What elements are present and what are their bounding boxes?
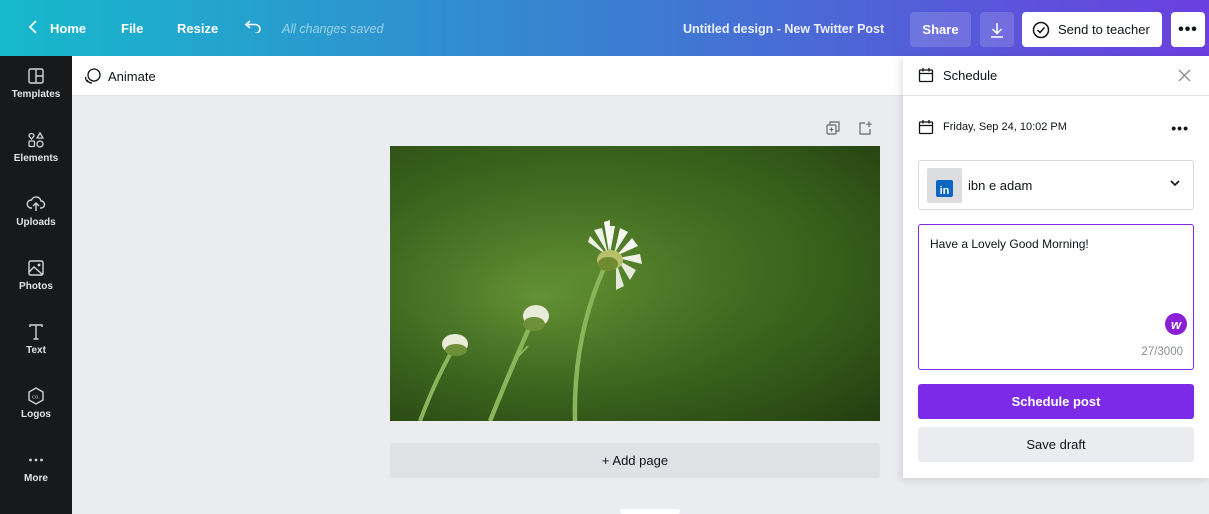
top-bar: Home File Resize All changes saved Untit… bbox=[0, 0, 1209, 56]
sidebar-item-text[interactable]: Text bbox=[0, 322, 72, 356]
sidebar-item-photos[interactable]: Photos bbox=[0, 258, 72, 292]
sidebar-item-label: Templates bbox=[11, 89, 61, 100]
writing-assistant-icon[interactable]: w bbox=[1165, 313, 1187, 335]
animate-icon bbox=[84, 68, 101, 84]
post-message-textarea[interactable]: Have a Lovely Good Morning! w 27/3000 bbox=[918, 224, 1194, 370]
schedule-panel-header: Schedule bbox=[903, 56, 1209, 96]
schedule-panel: Schedule Friday, Sep 24, 10:02 PM ••• in… bbox=[903, 56, 1209, 478]
sidebar-item-more[interactable]: More bbox=[0, 450, 72, 484]
sidebar-item-label: Logos bbox=[21, 409, 51, 420]
send-to-teacher-label: Send to teacher bbox=[1058, 22, 1150, 37]
uploads-icon bbox=[26, 196, 46, 211]
check-circle-icon bbox=[1032, 21, 1050, 38]
duplicate-page-icon[interactable] bbox=[826, 121, 840, 135]
file-menu-button[interactable]: File bbox=[121, 21, 143, 36]
sidebar-item-uploads[interactable]: Uploads bbox=[0, 194, 72, 228]
svg-text:co.: co. bbox=[32, 395, 40, 401]
resize-button[interactable]: Resize bbox=[177, 21, 218, 36]
design-canvas-photo[interactable] bbox=[390, 146, 880, 421]
account-name: ibn e adam bbox=[968, 178, 1033, 193]
calendar-icon bbox=[918, 120, 934, 135]
save-draft-button[interactable]: Save draft bbox=[918, 427, 1194, 462]
character-counter: 27/3000 bbox=[1141, 346, 1183, 358]
sidebar-item-label: More bbox=[24, 473, 48, 484]
text-icon bbox=[29, 324, 43, 340]
editor-toolbar: Animate bbox=[72, 56, 903, 96]
daisy-photo bbox=[390, 146, 880, 421]
animate-label: Animate bbox=[108, 68, 156, 84]
download-icon bbox=[991, 22, 1003, 38]
close-icon[interactable] bbox=[1178, 66, 1191, 87]
save-status: All changes saved bbox=[282, 22, 384, 36]
schedule-post-button[interactable]: Schedule post bbox=[918, 384, 1194, 419]
logos-icon: co. bbox=[28, 387, 44, 405]
templates-icon bbox=[28, 68, 44, 84]
send-to-teacher-button[interactable]: Send to teacher bbox=[1022, 12, 1162, 47]
more-options-button[interactable]: ••• bbox=[1171, 12, 1205, 47]
download-button[interactable] bbox=[980, 12, 1014, 47]
sidebar-item-label: Text bbox=[26, 345, 46, 356]
elements-icon bbox=[28, 131, 45, 148]
account-selector[interactable]: in ibn e adam bbox=[918, 160, 1194, 210]
sidebar-item-templates[interactable]: Templates bbox=[0, 66, 72, 100]
schedule-datetime[interactable]: Friday, Sep 24, 10:02 PM bbox=[918, 119, 1198, 135]
panel-title: Schedule bbox=[918, 67, 997, 83]
page-actions bbox=[826, 121, 872, 135]
animate-button[interactable]: Animate bbox=[84, 67, 156, 85]
datetime-options-button[interactable]: ••• bbox=[1171, 120, 1189, 136]
photos-icon bbox=[28, 260, 44, 276]
chevron-down-icon bbox=[1170, 180, 1180, 187]
sidebar-item-label: Elements bbox=[13, 153, 59, 164]
sidebar-item-label: Uploads bbox=[16, 217, 56, 228]
sidebar-item-logos[interactable]: co. Logos bbox=[0, 386, 72, 420]
post-message-text: Have a Lovely Good Morning! bbox=[930, 237, 1089, 251]
more-icon bbox=[29, 458, 43, 462]
back-chevron-icon[interactable] bbox=[28, 20, 38, 34]
calendar-icon bbox=[918, 68, 934, 83]
add-page-button[interactable]: + Add page bbox=[390, 443, 880, 478]
design-title[interactable]: Untitled design - New Twitter Post bbox=[683, 22, 884, 36]
linkedin-icon: in bbox=[936, 180, 953, 197]
add-page-icon[interactable] bbox=[858, 121, 872, 135]
home-button[interactable]: Home bbox=[50, 21, 86, 36]
schedule-title: Schedule bbox=[943, 67, 998, 83]
scrollbar-thumb[interactable] bbox=[620, 509, 680, 514]
sidebar-item-label: Photos bbox=[19, 281, 53, 292]
share-button[interactable]: Share bbox=[910, 12, 971, 47]
left-sidebar: Templates Elements Uploads Photos Text c… bbox=[0, 56, 72, 514]
undo-icon[interactable] bbox=[244, 19, 262, 33]
sidebar-item-elements[interactable]: Elements bbox=[0, 130, 72, 164]
datetime-label: Friday, Sep 24, 10:02 PM bbox=[943, 121, 1067, 133]
